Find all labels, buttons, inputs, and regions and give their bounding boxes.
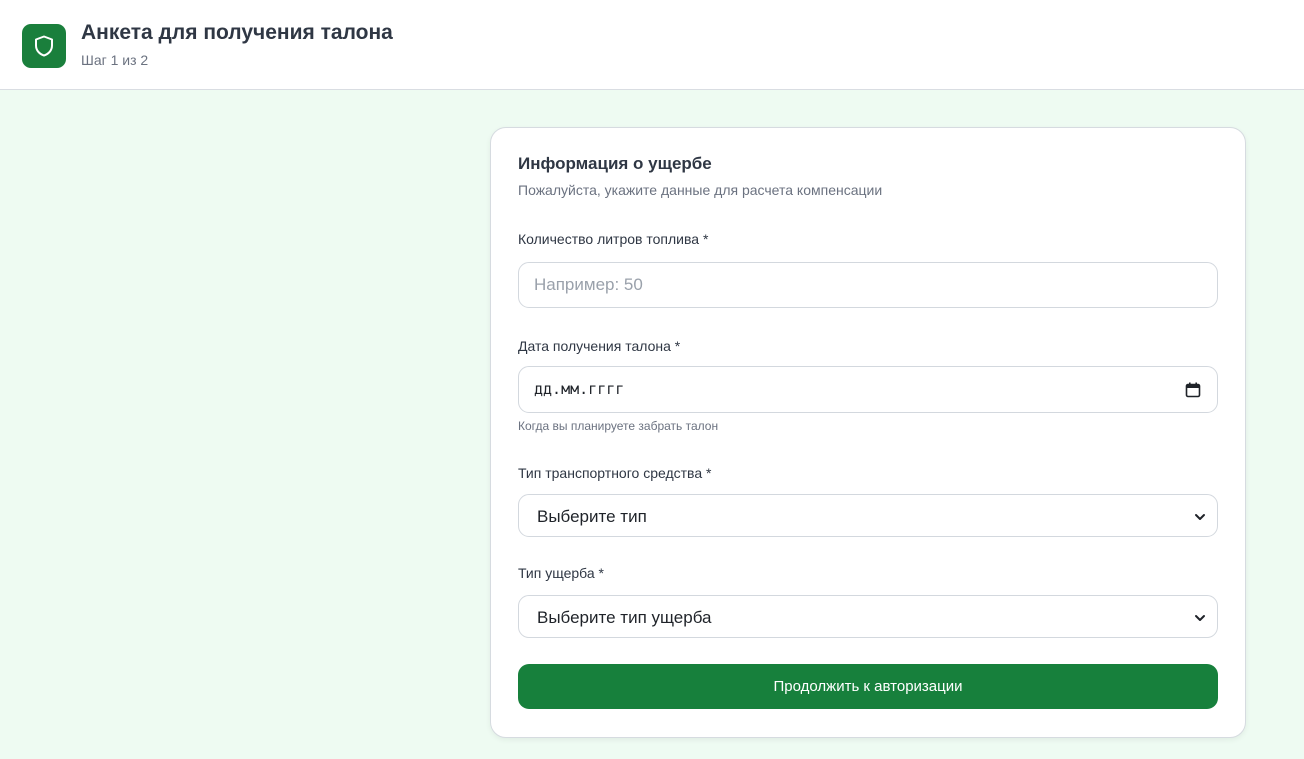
ticket-date-input[interactable]: дд.мм.гггг (518, 366, 1218, 413)
app-logo (22, 24, 66, 68)
form-subtitle: Пожалуйста, укажите данные для расчета к… (518, 182, 883, 198)
continue-to-auth-button[interactable]: Продолжить к авторизации (518, 664, 1218, 709)
ticket-date-label: Дата получения талона * (518, 338, 681, 354)
calendar-icon[interactable] (1185, 382, 1201, 398)
damage-type-select[interactable]: Выберите тип ущерба (518, 595, 1218, 638)
ticket-date-hint: Когда вы планируете забрать талон (518, 419, 719, 433)
vehicle-type-select[interactable]: Выберите тип (518, 494, 1218, 537)
vehicle-type-label: Тип транспортного средства * (518, 465, 712, 481)
damage-form-card: Информация о ущербе Пожалуйста, укажите … (490, 127, 1246, 738)
shield-icon (35, 35, 53, 57)
chevron-down-icon (1195, 514, 1205, 520)
page-title: Анкета для получения талона (81, 21, 393, 44)
fuel-liters-input[interactable] (518, 262, 1218, 308)
ticket-date-value: дд.мм.гггг (534, 380, 625, 398)
damage-type-label: Тип ущерба * (518, 565, 604, 581)
chevron-down-icon (1195, 615, 1205, 621)
form-title: Информация о ущербе (518, 154, 712, 173)
vehicle-type-selected: Выберите тип (537, 507, 647, 526)
damage-type-selected: Выберите тип ущерба (537, 608, 712, 627)
step-indicator: Шаг 1 из 2 (81, 52, 149, 68)
header: Анкета для получения талона Шаг 1 из 2 (0, 0, 1304, 90)
fuel-liters-label: Количество литров топлива * (518, 231, 709, 247)
